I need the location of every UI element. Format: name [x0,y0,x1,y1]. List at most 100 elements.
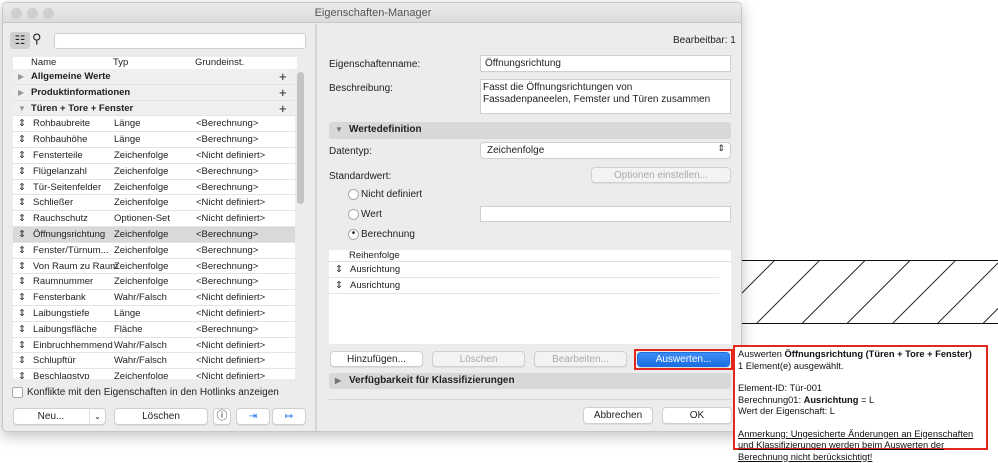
disclosure-open-icon[interactable]: ▼ [18,101,26,116]
hotlink-conflicts-checkbox[interactable] [12,387,23,398]
datatype-label: Datentyp: [329,146,372,157]
table-row[interactable]: ⇕ Rauchschutz Optionen-Set <Nicht definiert… [13,211,295,227]
row-type: Zeichenfolge [114,197,169,209]
radio-undefined[interactable] [348,189,359,200]
row-name: Flügelanzahl [33,165,87,177]
reorder-icon[interactable]: ⇕ [335,278,343,293]
reorder-icon[interactable]: ⇕ [18,180,26,195]
properties-manager-dialog: Eigenschaften-Manager ☷ ⚲ Name Typ Grund… [2,2,742,432]
reorder-icon[interactable]: ⇕ [18,211,26,226]
list-item-label: Ausrichtung [350,279,401,291]
table-row[interactable]: ⇕ Einbruchhemmend Wahr/Falsch <Nicht defini… [13,337,295,354]
reorder-icon[interactable]: ⇕ [18,274,26,289]
add-icon[interactable]: + [279,69,287,84]
pane-divider[interactable] [315,24,317,431]
table-row[interactable]: ⇕ Von Raum zu Raum Zeichenfolge <Berechnung… [13,258,295,275]
radio-value-label: Wert [361,209,382,220]
table-row[interactable]: ⇕ Fensterteile Zeichenfolge <Nicht definier… [13,147,295,164]
disclosure-closed-icon[interactable]: ▶ [18,69,24,84]
reorder-icon[interactable]: ⇕ [335,262,343,277]
reorder-icon[interactable]: ⇕ [18,369,26,379]
close-button[interactable] [11,8,22,19]
chevron-down-icon[interactable]: ⌄ [89,409,105,424]
add-icon[interactable]: + [279,101,287,116]
export-icon[interactable]: ↦ [272,408,306,425]
table-row[interactable]: ⇕ Schließer Zeichenfolge <Nicht definiert> [13,195,295,212]
column-type[interactable]: Typ [113,57,128,69]
table-row[interactable]: ⇕ Flügelanzahl Zeichenfolge <Berechnung> [13,163,295,180]
info-icon[interactable]: ⓘ [213,408,231,425]
table-row[interactable]: ⇕ Laibungstiefe Länge <Nicht definiert> [13,305,295,322]
description-field[interactable]: Fasst die Öffnungsrichtungen von Fassade… [480,79,731,114]
cancel-button[interactable]: Abbrechen [583,407,653,424]
new-button-label: Neu... [37,411,65,422]
radio-calculation[interactable]: • [348,229,359,240]
column-name[interactable]: Name [31,57,56,69]
updown-chevron-icon: ⇕ [717,143,725,153]
column-default[interactable]: Grundeinst. [195,57,244,69]
reorder-icon[interactable]: ⇕ [18,195,26,210]
value-definition-label: Wertedefinition [349,124,422,135]
value-definition-section[interactable]: ▼ Wertedefinition [329,122,731,139]
search-icon[interactable]: ⚲ [32,31,42,47]
availability-section[interactable]: ▶ Verfügbarkeit für Klassifizierungen [329,373,731,389]
radio-value[interactable] [348,209,359,220]
reorder-icon[interactable]: ⇕ [18,227,26,242]
table-row[interactable]: ⇕ Fensterbank Wahr/Falsch <Nicht definiert> [13,290,295,306]
table-row[interactable]: ⇕ Schlupftür Wahr/Falsch <Nicht definiert> [13,353,295,370]
row-name: Schließer [33,197,74,209]
group-row[interactable]: ▼ Türen + Tore + Fenster + [13,100,295,117]
default-value-field[interactable] [480,206,731,222]
minimize-button[interactable] [27,8,38,19]
reorder-icon[interactable]: ⇕ [18,322,26,337]
ok-button[interactable]: OK [662,407,732,424]
table-row[interactable]: ⇕ Fenster/Türnum... Zeichenfolge <Berechnun… [13,242,295,259]
radio-undefined-label: Nicht definiert [361,189,423,200]
row-type: Optionen-Set [114,213,170,225]
group-row[interactable]: ▶ Produktinformationen + [13,84,295,101]
import-icon[interactable]: ⇥ [236,408,270,425]
table-row[interactable]: ⇕ Tür-Seitenfelder Zeichenfolge <Berechnung… [13,179,295,196]
search-input[interactable] [54,33,306,49]
options-button[interactable]: Optionen einstellen... [591,167,731,183]
property-list: ▶ Allgemeine Werte + ▶ Produktinformationen +… [13,69,295,379]
tip-property-value: Wert der Eigenschaft: L [738,406,835,416]
reorder-icon[interactable]: ⇕ [18,290,26,305]
table-row[interactable]: ⇕ Beschlagstyp Zeichenfolge <Nicht definier… [13,369,295,379]
reorder-icon[interactable]: ⇕ [18,164,26,179]
table-row[interactable]: ⇕ Laibungsfläche Fläche <Berechnung> [13,321,295,338]
edit-button[interactable]: Bearbeiten... [534,351,627,367]
delete-calc-button[interactable]: Löschen [432,351,525,367]
list-item[interactable]: ⇕ Ausrichtung [329,262,719,278]
delete-property-button[interactable]: Löschen [114,408,208,425]
zoom-button[interactable] [43,8,54,19]
property-name-field[interactable]: Öffnungsrichtung [480,55,731,72]
property-list-pane: ☷ ⚲ Name Typ Grundeinst. ▶ Allgemeine Wer… [3,24,315,431]
table-row[interactable]: ⇕ Raumnummer Zeichenfolge <Berechnung> [13,274,295,291]
reorder-icon[interactable]: ⇕ [18,306,26,321]
reorder-icon[interactable]: ⇕ [18,259,26,274]
reorder-icon[interactable]: ⇕ [18,243,26,258]
new-button[interactable]: Neu... ⌄ [13,408,106,425]
datatype-select[interactable]: Zeichenfolge ⇕ [480,142,731,159]
table-row[interactable]: ⇕ Rohbauhöhe Länge <Berechnung> [13,132,295,148]
add-icon[interactable]: + [279,85,287,100]
tip-text: Berechnung01: [738,394,804,405]
reorder-icon[interactable]: ⇕ [18,116,26,131]
reorder-icon[interactable]: ⇕ [18,353,26,368]
table-row[interactable]: ⇕ Rohbaubreite Länge <Berechnung> [13,116,295,133]
reorder-icon[interactable]: ⇕ [18,338,26,353]
add-button[interactable]: Hinzufügen... [330,351,423,367]
disclosure-closed-icon[interactable]: ▶ [18,85,24,100]
reorder-icon[interactable]: ⇕ [18,148,26,163]
table-row[interactable]: ⇕ Öffnungsrichtung Zeichenfolge <Berechnung… [13,226,295,243]
evaluate-button[interactable]: Auswerten... [637,352,730,367]
reorder-icon[interactable]: ⇕ [18,132,26,147]
disclosure-open-icon: ▼ [335,125,343,134]
list-view-icon[interactable]: ☷ [10,32,30,49]
list-item[interactable]: ⇕ Ausrichtung [329,277,719,294]
group-row[interactable]: ▶ Allgemeine Werte + [13,69,295,85]
list-header-order[interactable]: Reihenfolge [329,250,731,262]
scrollbar[interactable] [297,72,304,204]
row-type: Zeichenfolge [114,149,169,161]
